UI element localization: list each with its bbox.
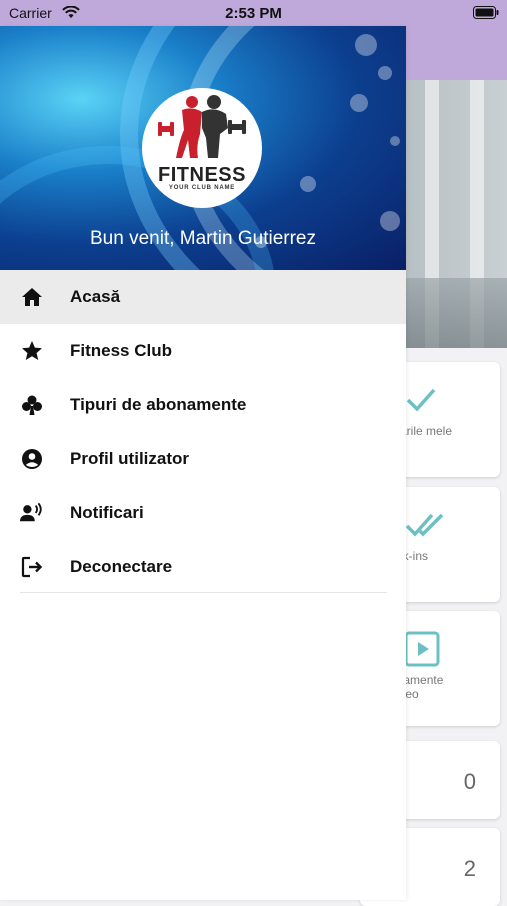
status-bar: Carrier 2:53 PM xyxy=(0,0,507,26)
record-voice-icon xyxy=(20,501,44,525)
double-check-icon xyxy=(405,513,444,537)
clock: 2:53 PM xyxy=(225,5,282,22)
club-icon xyxy=(20,393,44,417)
menu-item-home[interactable]: Acasă xyxy=(0,270,406,324)
menu-item-label: Notificari xyxy=(70,503,144,522)
drawer-menu: Acasă Fitness Club Tipuri de abonamente … xyxy=(0,270,406,594)
play-video-icon xyxy=(404,631,440,667)
menu-item-logout[interactable]: Deconectare xyxy=(0,540,406,594)
account-circle-icon xyxy=(20,447,44,471)
menu-divider xyxy=(20,592,387,593)
check-icon xyxy=(406,388,436,412)
stat-value: 0 xyxy=(463,769,476,794)
stat-value: 2 xyxy=(463,856,476,881)
menu-item-label: Deconectare xyxy=(70,557,173,576)
star-icon xyxy=(20,339,44,363)
menu-item-user-profile[interactable]: Profil utilizator xyxy=(0,432,406,486)
menu-item-fitness-club[interactable]: Fitness Club xyxy=(0,324,406,378)
drawer-header: FITNESS YOUR CLUB NAME Bun venit, Martin… xyxy=(0,26,406,270)
club-logo: FITNESS YOUR CLUB NAME xyxy=(142,88,262,208)
menu-item-label: Fitness Club xyxy=(70,341,173,360)
menu-item-membership-types[interactable]: Tipuri de abonamente xyxy=(0,378,406,432)
home-icon xyxy=(20,285,44,309)
logo-title: FITNESS xyxy=(158,164,246,186)
welcome-text: Bun venit, Martin Gutierrez xyxy=(90,228,316,249)
logout-icon xyxy=(20,555,44,579)
menu-item-notifications[interactable]: Notificari xyxy=(0,486,406,540)
athletes-logo-icon xyxy=(158,95,246,158)
logo-subtitle: YOUR CLUB NAME xyxy=(168,185,236,191)
navigation-drawer: FITNESS YOUR CLUB NAME Bun venit, Martin… xyxy=(0,26,406,900)
menu-item-label: Tipuri de abonamente xyxy=(70,395,247,414)
menu-item-label: Acasă xyxy=(70,287,121,306)
menu-item-label: Profil utilizator xyxy=(70,449,189,468)
